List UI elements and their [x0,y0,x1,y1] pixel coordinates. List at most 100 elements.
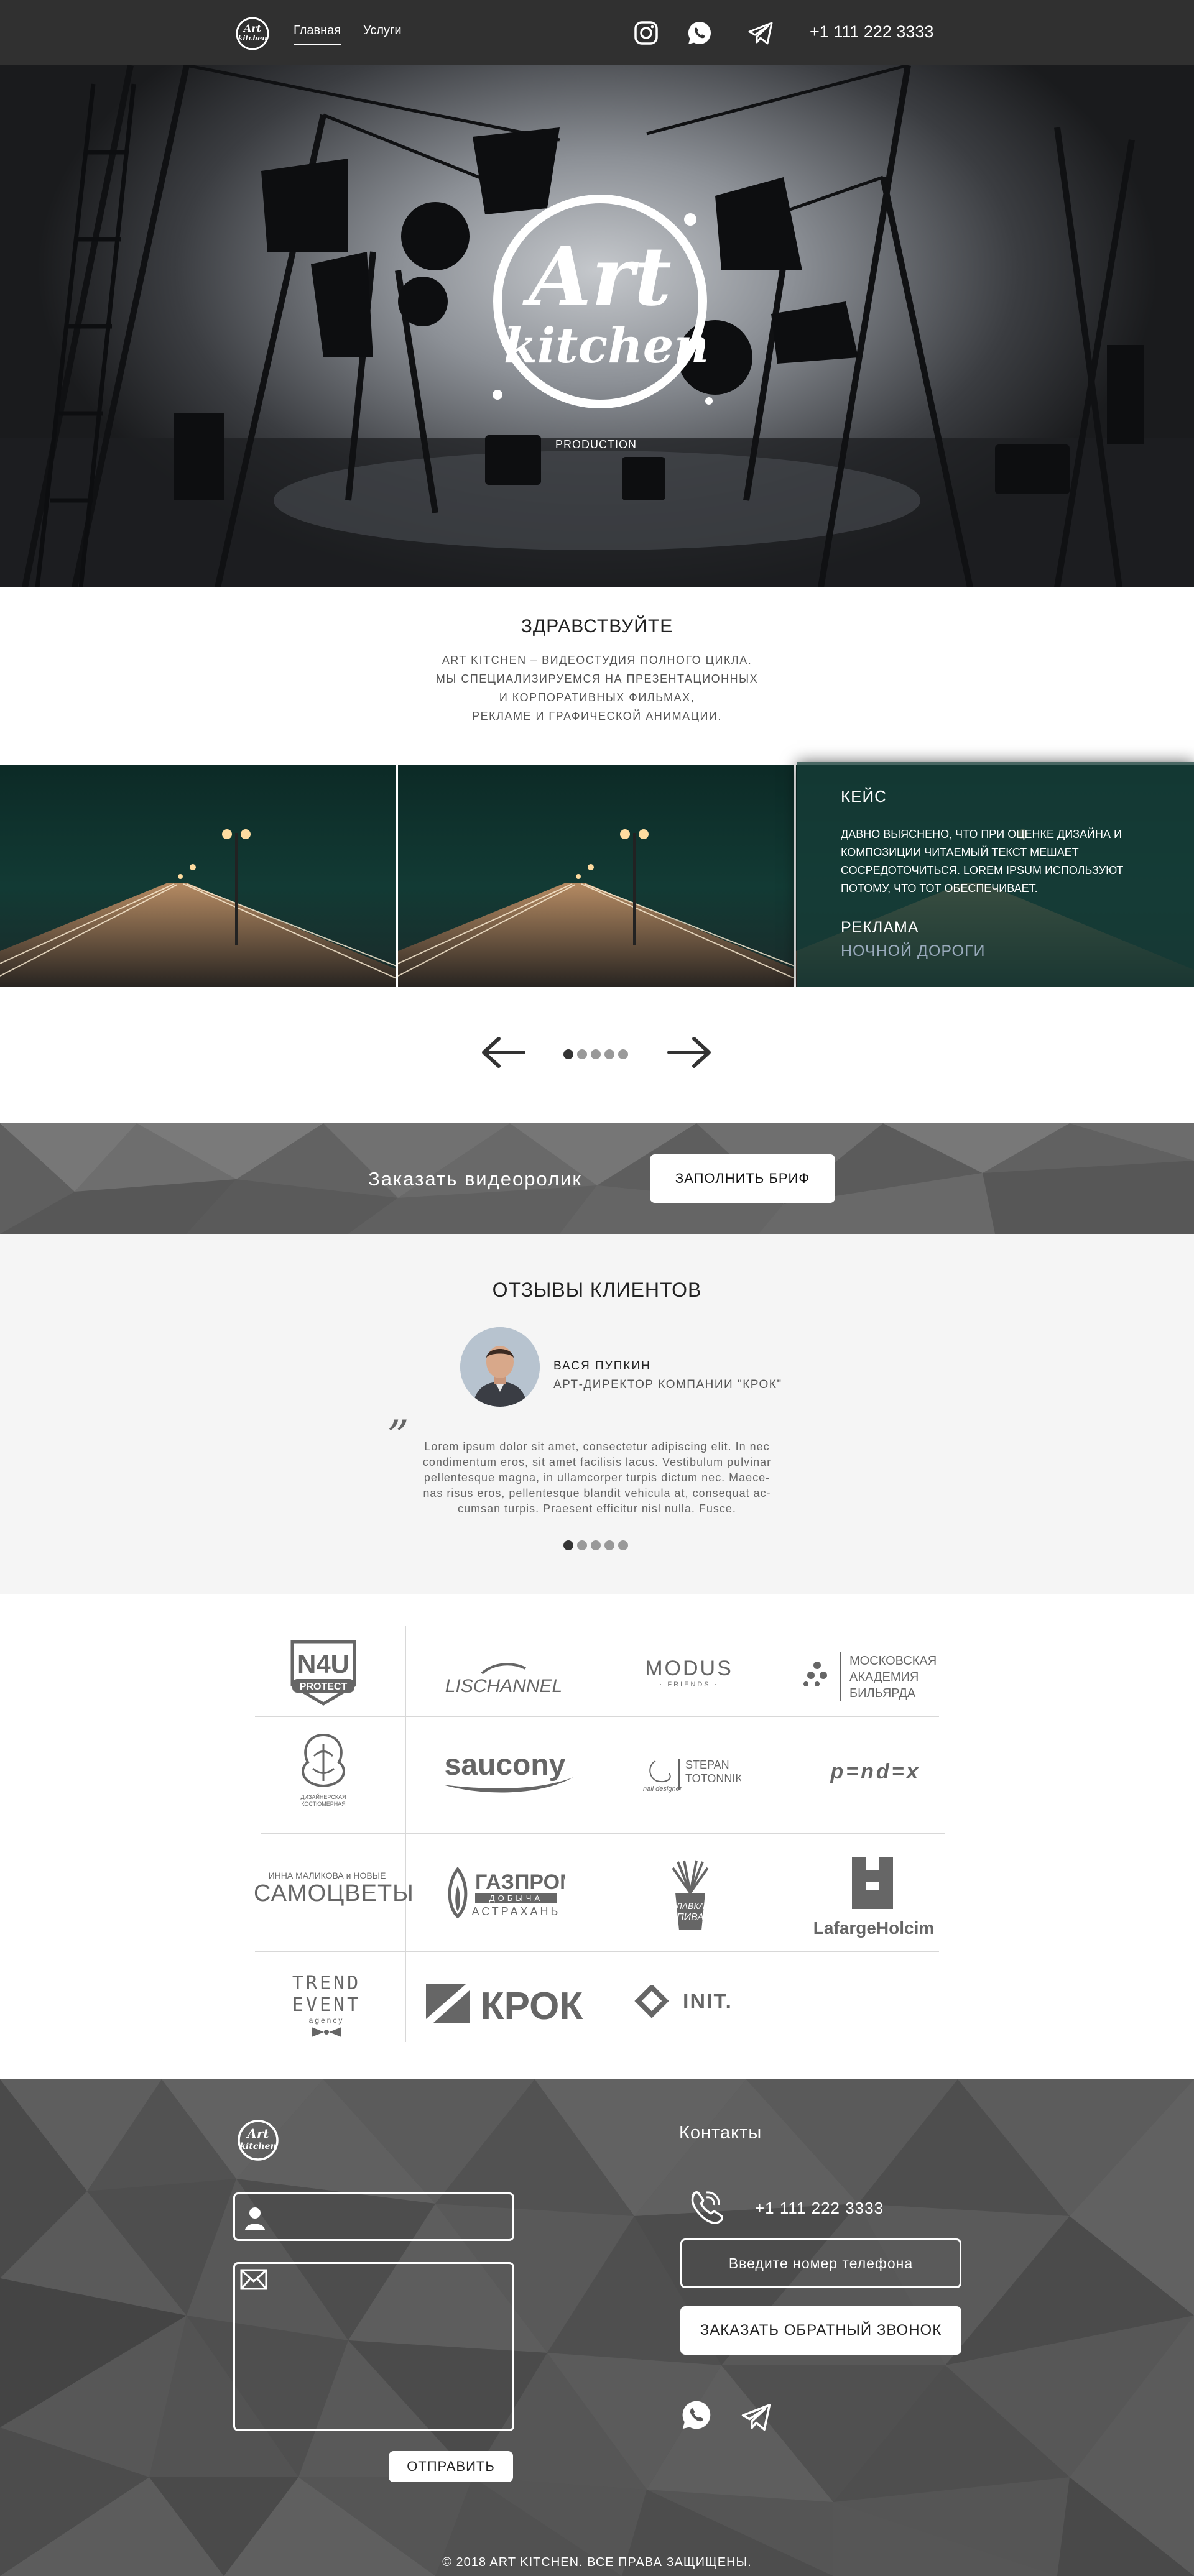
slider-dot[interactable] [618,1049,628,1059]
intro-text: ART KITCHEN – ВИДЕОСТУДИЯ ПОЛНОГО ЦИКЛА.… [0,651,1194,725]
whatsapp-icon[interactable] [680,2399,713,2431]
reviewer-name: ВАСЯ ПУПКИН [553,1359,651,1373]
phone-input[interactable]: Введите номер телефона [680,2238,961,2288]
name-field[interactable] [233,2192,514,2241]
svg-text:Art: Art [522,229,671,324]
slider-dot[interactable] [563,1540,573,1550]
svg-text:ЛАВКА: ЛАВКА [675,1901,705,1911]
client-logo-modus: MODUS · FRIENDS · [645,1657,733,1688]
reviewer-role: АРТ-ДИРЕКТОР КОМПАНИИ "КРОК" [553,1378,782,1391]
svg-text:TOTONNIK: TOTONNIK [685,1772,741,1785]
client-logo-krok: КРОК [420,1978,588,2028]
client-logo-stepan: STEPAN TOTONNIK nail designer [642,1752,743,1796]
case-name: НОЧНОЙ ДОРОГИ [841,942,986,960]
svg-text:КРОК: КРОК [481,1985,583,2028]
fill-brief-button[interactable]: ЗАПОЛНИТЬ БРИФ [650,1154,835,1203]
hero-banner: Art kitchen PRODUCTION [0,65,1194,587]
nav-phone[interactable]: +1 111 222 3333 [810,22,933,42]
case-image[interactable] [398,765,794,987]
client-logo-trend-event: TREND EVENT agency [255,1972,398,2037]
svg-text:АСТРАХАНЬ: АСТРАХАНЬ [472,1905,561,1918]
svg-text:saucony: saucony [445,1750,566,1782]
svg-text:ГАЗПРОМ: ГАЗПРОМ [475,1870,565,1894]
review-line: cumsan turpis. Praesent efficitur nisl n… [458,1502,736,1515]
intro-line: РЕКЛАМЕ И ГРАФИЧЕСКОЙ АНИМАЦИИ. [472,710,722,722]
cases-slider: КЕЙС ДАВНО ВЫЯСНЕНО, ЧТО ПРИ ОЦЕНКЕ ДИЗА… [0,762,1194,988]
send-button[interactable]: ОТПРАВИТЬ [389,2451,513,2482]
intro-line: ART KITCHEN – ВИДЕОСТУДИЯ ПОЛНОГО ЦИКЛА. [442,654,752,666]
case-info-card[interactable]: КЕЙС ДАВНО ВЫЯСНЕНО, ЧТО ПРИ ОЦЕНКЕ ДИЗА… [797,762,1194,988]
client-logo-pendex: p=nd=x [830,1760,921,1783]
svg-text:kitchen: kitchen [504,318,709,374]
slider-dot[interactable] [577,1049,587,1059]
review-line: Lorem ipsum dolor sit amet, consectetur … [424,1440,770,1453]
copyright: © 2018 ART KITCHEN. ВСЕ ПРАВА ЗАЩИЩЕНЫ. [442,2555,752,2569]
review-text: Lorem ipsum dolor sit amet, consectetur … [401,1439,793,1517]
slider-dot[interactable] [604,1049,614,1059]
case-image[interactable] [0,765,396,987]
low-poly-background [0,2079,1194,2576]
arrow-right-icon[interactable] [667,1035,713,1070]
review-line: nas risus eros, pellentesque blandit veh… [423,1487,771,1499]
svg-text:Art: Art [246,2126,269,2141]
client-logo-saucony: saucony [418,1749,592,1800]
footer-phone[interactable]: +1 111 222 3333 [755,2199,884,2218]
client-logo-n4u: N4U PROTECT [280,1629,367,1710]
review-line: condimentum eros, sit amet facilisis lac… [422,1456,772,1468]
whatsapp-icon[interactable] [687,20,713,46]
studio-photo: Art kitchen [0,65,1194,587]
client-logo-lafargeholcim: LafargeHolcim [802,1853,945,1940]
order-video-label: Заказать видеоролик [368,1168,582,1190]
slider-dot[interactable] [618,1540,628,1550]
svg-text:Art: Art [243,22,262,34]
svg-text:kitchen: kitchen [238,34,267,42]
nav-services-link[interactable]: Услуги [363,24,402,38]
art-kitchen-logo[interactable]: Art kitchen [233,16,272,52]
grid-divider [261,1833,945,1834]
intro-line: МЫ СПЕЦИАЛИЗИРУЕМСЯ НА ПРЕЗЕНТАЦИОННЫХ [435,673,759,685]
svg-text:INIT.: INIT. [683,1990,733,2013]
hero-subtitle: PRODUCTION [555,438,637,451]
avatar [460,1327,540,1407]
nav-home-link[interactable]: Главная [294,24,341,45]
svg-text:STEPAN: STEPAN [685,1759,729,1771]
instagram-icon[interactable] [633,20,659,46]
reviews-dots [563,1540,632,1552]
client-logo-init: INIT. [633,1984,745,2022]
telegram-icon[interactable] [740,2401,772,2432]
telegram-icon[interactable] [747,20,774,46]
clients-grid: N4U PROTECT LISCHANNEL MODUS · FRIENDS ·… [254,1626,945,2042]
clients-section: N4U PROTECT LISCHANNEL MODUS · FRIENDS ·… [0,1594,1194,2079]
slider-dot[interactable] [591,1540,601,1550]
envelope-icon [240,2269,267,2290]
svg-text:ПИВА: ПИВА [677,1912,704,1923]
footer: Art kitchen ОТПРАВИТЬ Контакты +1 111 22… [0,2079,1194,2576]
slider-dot[interactable] [604,1540,614,1550]
svg-text:ДОБЫЧА: ДОБЫЧА [489,1893,543,1903]
client-logo-samocvety: ИННА МАЛИКОВА и НОВЫЕ САМОЦВЕТЫ [254,1870,414,1907]
message-field[interactable] [233,2262,514,2431]
case-description: ДАВНО ВЫЯСНЕНО, ЧТО ПРИ ОЦЕНКЕ ДИЗАЙНА И… [841,828,1124,895]
hero-logo: Art kitchen [493,195,713,408]
slider-dot[interactable] [563,1049,573,1059]
svg-text:N4U: N4U [297,1649,349,1678]
reviews-title: ОТЗЫВЫ КЛИЕНТОВ [492,1279,702,1301]
svg-text:LafargeHolcim: LafargeHolcim [813,1918,935,1938]
order-video-banner: Заказать видеоролик ЗАПОЛНИТЬ БРИФ [0,1123,1194,1234]
svg-text:nail designer: nail designer [643,1785,683,1793]
arrow-left-icon[interactable] [480,1035,526,1070]
callback-button[interactable]: ЗАКАЗАТЬ ОБРАТНЫЙ ЗВОНОК [680,2306,961,2355]
intro-section: ЗДРАВСТВУЙТЕ ART KITCHEN – ВИДЕОСТУДИЯ П… [0,587,1194,765]
client-logo-gazprom: ГАЗПРОМ ДОБЫЧА АСТРАХАНЬ [440,1861,577,1923]
slider-dot[interactable] [577,1540,587,1550]
reviews-section: ОТЗЫВЫ КЛИЕНТОВ ВАСЯ ПУПКИН АРТ-ДИРЕКТОР… [0,1234,1194,1594]
client-logo-beer-shop: ЛАВКА ПИВА [659,1856,721,1936]
intro-line: И КОРПОРАТИВНЫХ ФИЛЬМАХ, [499,691,695,704]
contacts-title: Контакты [679,2123,762,2143]
review-line: pellentesque magna, in ullamcorper turpi… [423,1471,771,1484]
grid-divider [255,1951,939,1952]
svg-text:PROTECT: PROTECT [300,1681,348,1692]
footer-logo[interactable]: Art kitchen [233,2118,283,2163]
svg-text:LISCHANNEL: LISCHANNEL [445,1676,562,1696]
slider-dot[interactable] [591,1049,601,1059]
